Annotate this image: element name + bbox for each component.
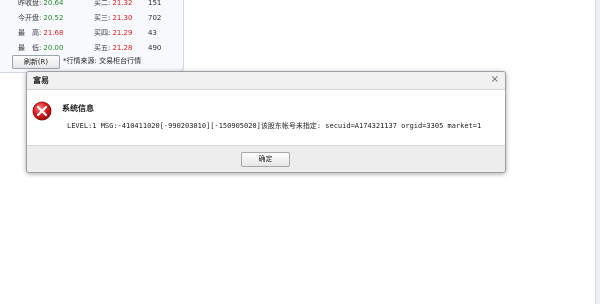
message-title: 系统信息 [62, 104, 94, 113]
dialog-title: 富易 [33, 76, 49, 85]
window-edge-scrollbar[interactable] [595, 0, 600, 304]
bid-price: 21.32 [112, 0, 133, 7]
quote-row-prev-close: 昨收盘: 20.64 [18, 0, 63, 11]
error-x-icon [32, 101, 52, 121]
ok-button[interactable]: 确定 [241, 152, 290, 167]
bid-row-2: 买二: 21.32 151 [94, 0, 161, 11]
bid-label: 买三: [94, 14, 111, 22]
error-dialog: 富易 × 系统信息 LEVEL:1 MSG:-410411020[-990203… [26, 71, 506, 173]
dialog-titlebar[interactable]: 富易 × [27, 72, 505, 90]
quote-value: 20.64 [43, 0, 64, 7]
dialog-footer: 确定 [27, 145, 505, 172]
quote-label: 今开盘: [18, 14, 42, 22]
bid-price: 21.28 [112, 44, 133, 52]
bid-row-3: 买三: 21.30 702 [94, 11, 161, 26]
quote-left-column: 昨收盘: 20.64 今开盘: 20.52 最 高: 21.68 最 低: 20.00 [18, 0, 63, 56]
quote-value: 20.00 [43, 44, 64, 52]
bid-volume: 490 [148, 44, 162, 52]
message-text: LEVEL:1 MSG:-410411020[-990203010][-1509… [67, 122, 482, 130]
quote-label: 昨收盘: [18, 0, 42, 7]
quote-row-low: 最 低: 20.00 [18, 41, 63, 56]
bid-price: 21.30 [112, 14, 133, 22]
quote-row-high: 最 高: 21.68 [18, 26, 63, 41]
bid-row-4: 买四: 21.29 43 [94, 26, 157, 41]
bid-label: 买四: [94, 29, 111, 37]
quote-value: 20.52 [43, 14, 64, 22]
close-icon[interactable]: × [491, 74, 499, 86]
quote-label: 最 高: [18, 29, 42, 37]
quote-label: 最 低: [18, 44, 42, 52]
bid-label: 买五: [94, 44, 111, 52]
bid-volume: 151 [148, 0, 162, 7]
bid-row-5: 买五: 21.28 490 [94, 41, 161, 56]
quote-panel: 昨收盘: 20.64 今开盘: 20.52 最 高: 21.68 最 低: 20.00 … [0, 0, 184, 73]
quote-row-open: 今开盘: 20.52 [18, 11, 63, 26]
refresh-button[interactable]: 刷新(R) [12, 55, 60, 69]
quote-value: 21.68 [43, 29, 64, 37]
bid-volume: 43 [148, 29, 157, 37]
bid-volume: 702 [148, 14, 162, 22]
quote-source-note: *行情来源: 交易柜台行情 [63, 57, 142, 65]
bid-label: 买二: [94, 0, 111, 7]
quote-right-column: 买二: 21.32 151 买三: 21.30 702 买四: 21.29 43 买五: 21… [94, 0, 161, 56]
bid-price: 21.29 [112, 29, 133, 37]
